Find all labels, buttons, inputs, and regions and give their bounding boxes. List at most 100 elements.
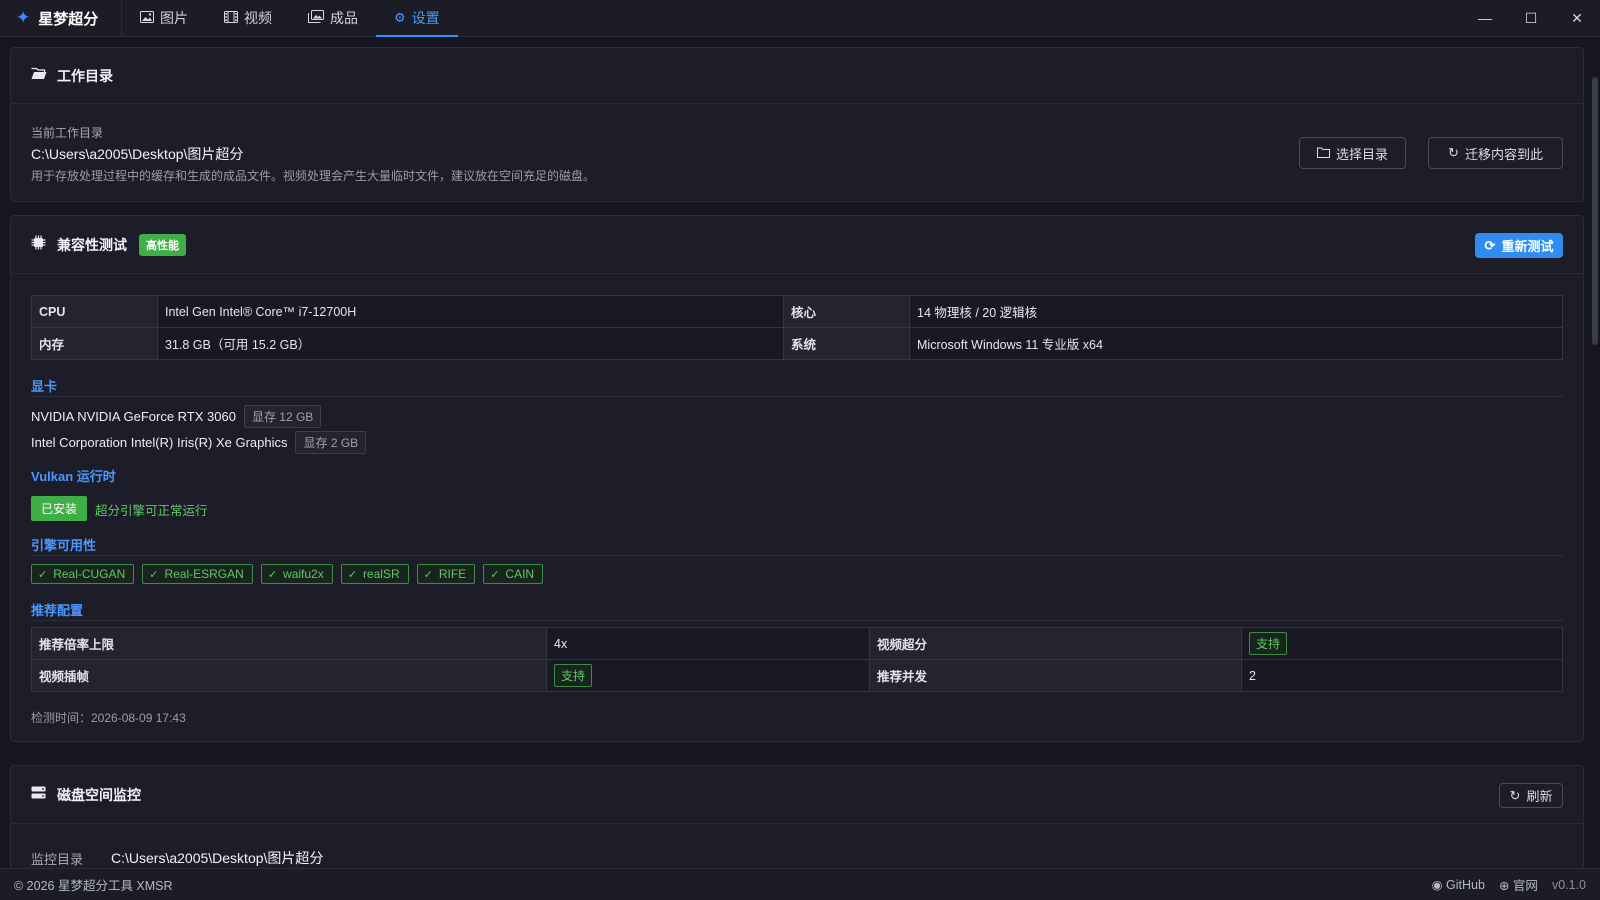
check-icon: ✓ <box>149 568 159 581</box>
table-key: CPU <box>31 295 158 328</box>
gpu-name: NVIDIA NVIDIA GeForce RTX 3060 <box>31 409 236 424</box>
tab-label: 视频 <box>244 10 272 26</box>
gpu-section-title: 显卡 <box>31 379 58 394</box>
scrollbar-thumb[interactable] <box>1592 77 1598 345</box>
film-icon <box>224 10 238 26</box>
app-title: 星梦超分 <box>38 10 99 28</box>
table-key: 推荐倍率上限 <box>31 627 547 660</box>
table-key: 核心 <box>783 295 910 328</box>
table-value: 14 物理核 / 20 逻辑核 <box>909 295 1563 328</box>
retest-button[interactable]: ⟳ 重新测试 <box>1475 233 1563 258</box>
table-value: 支持 <box>1241 627 1563 660</box>
table-key: 视频超分 <box>869 627 1242 660</box>
refresh-icon: ↻ <box>1509 787 1521 803</box>
card-header: 兼容性测试 高性能 <box>11 216 1583 274</box>
vram-tag: 显存 2 GB <box>295 431 367 454</box>
github-icon: ◉ <box>1431 878 1443 892</box>
vulkan-status-badge: 已安装 <box>31 496 88 521</box>
table-value: Microsoft Windows 11 专业版 x64 <box>909 327 1563 360</box>
workdir-description: 用于存放处理过程中的缓存和生成的成品文件。视频处理会产生大量临时文件，建议放在空… <box>31 169 596 183</box>
tab-image[interactable]: 图片 <box>122 0 206 36</box>
close-icon[interactable]: ✕ <box>1554 0 1600 36</box>
image-icon <box>140 10 154 26</box>
magic-wand-icon: ✦ <box>16 8 31 27</box>
table-value: 支持 <box>546 659 870 692</box>
table-row: CPU Intel Gen Intel® Core™ i7-12700H 核心 … <box>31 295 1563 328</box>
app-brand: ✦ 星梦超分 <box>0 0 122 36</box>
gpu-item: Intel Corporation Intel(R) Iris(R) Xe Gr… <box>31 431 367 454</box>
check-icon: ✓ <box>267 568 278 581</box>
disk-monitor-card: 磁盘空间监控 ↻ 刷新 监控目录 C:\Users\a2005\Desktop\… <box>10 765 1584 868</box>
window-controls: — ☐ ✕ <box>1462 0 1600 36</box>
gpu-item: NVIDIA NVIDIA GeForce RTX 3060 显存 12 GB <box>31 405 322 428</box>
performance-badge: 高性能 <box>139 233 186 256</box>
table-value: 4x <box>546 627 870 660</box>
table-value: 2 <box>1241 659 1563 692</box>
vulkan-section-title: Vulkan 运行时 <box>31 469 116 484</box>
divider <box>31 555 1563 556</box>
settings-content: 工作目录 当前工作目录 C:\Users\a2005\Desktop\图片超分 … <box>0 37 1600 868</box>
button-label: 刷新 <box>1526 789 1553 804</box>
version-label: v0.1.0 <box>1551 877 1586 892</box>
hard-drive-icon <box>31 786 49 803</box>
recommend-table: 推荐倍率上限 4x 视频超分 支持 视频插帧 支持 推荐并发 2 <box>31 627 1563 692</box>
refresh-icon: ↻ <box>1448 145 1459 160</box>
check-icon: ✓ <box>38 568 48 581</box>
card-title: 兼容性测试 <box>57 236 127 253</box>
engine-tag: ✓ Real-ESRGAN <box>142 564 253 584</box>
engine-tag: ✓ Real-CUGAN <box>31 564 135 584</box>
vulkan-note: 超分引擎可正常运行 <box>95 504 208 518</box>
github-link[interactable]: ◉ GitHub <box>1432 877 1485 892</box>
divider <box>31 620 1563 621</box>
table-key: 视频插帧 <box>31 659 547 692</box>
maximize-icon[interactable]: ☐ <box>1508 0 1554 36</box>
card-title: 工作目录 <box>57 67 113 84</box>
monitor-label: 监控目录 <box>31 852 84 867</box>
engine-tag: ✓ CAIN <box>483 564 544 584</box>
button-label: 迁移内容到此 <box>1464 146 1543 162</box>
button-label: 选择目录 <box>1335 146 1388 162</box>
detect-time: 检测时间：2026-08-09 17:43 <box>31 711 186 725</box>
tab-gallery[interactable]: 成品 <box>290 0 376 36</box>
gallery-icon <box>308 10 324 26</box>
footer-links: ◉ GitHub ⊕ 官网 v0.1.0 <box>1432 875 1586 894</box>
engine-list: ✓ Real-CUGAN ✓ Real-ESRGAN ✓ waifu2x ✓ realS… <box>31 564 544 584</box>
vram-tag: 显存 12 GB <box>243 405 322 428</box>
chip-icon <box>31 235 49 254</box>
gear-icon: ⚙ <box>394 10 406 25</box>
divider <box>31 396 1563 397</box>
refresh-icon: ⟳ <box>1484 237 1496 253</box>
workdir-path: C:\Users\a2005\Desktop\图片超分 <box>31 146 244 162</box>
copyright: © 2026 星梦超分工具 XMSR <box>14 879 173 893</box>
tab-video[interactable]: 视频 <box>206 0 290 36</box>
table-row: 视频插帧 支持 推荐并发 2 <box>31 659 1563 692</box>
workdir-card: 工作目录 当前工作目录 C:\Users\a2005\Desktop\图片超分 … <box>10 47 1584 202</box>
folder-open-icon <box>31 67 49 84</box>
gpu-name: Intel Corporation Intel(R) Iris(R) Xe Gr… <box>31 435 288 450</box>
table-value: Intel Gen Intel® Core™ i7-12700H <box>157 295 784 328</box>
website-link[interactable]: ⊕ 官网 <box>1499 875 1538 894</box>
tab-label: 成品 <box>330 10 358 26</box>
monitor-path: C:\Users\a2005\Desktop\图片超分 <box>111 850 324 866</box>
check-icon: ✓ <box>347 568 357 581</box>
tab-settings[interactable]: ⚙ 设置 <box>376 0 458 37</box>
migrate-content-button[interactable]: ↻ 迁移内容到此 <box>1428 137 1563 169</box>
engine-tag: ✓ RIFE <box>416 564 476 584</box>
engine-tag: ✓ waifu2x <box>260 564 333 584</box>
refresh-button[interactable]: ↻ 刷新 <box>1499 783 1563 808</box>
card-title: 磁盘空间监控 <box>57 786 141 803</box>
table-key: 系统 <box>783 327 910 360</box>
card-header: 磁盘空间监控 <box>11 766 1583 824</box>
folder-icon <box>1316 146 1330 161</box>
support-tag: 支持 <box>1249 632 1288 655</box>
choose-directory-button[interactable]: 选择目录 <box>1299 137 1406 169</box>
button-label: 重新测试 <box>1501 239 1554 254</box>
minimize-icon[interactable]: — <box>1462 0 1508 36</box>
footer: © 2026 星梦超分工具 XMSR ◉ GitHub ⊕ 官网 v0.1.0 <box>0 868 1600 900</box>
tab-label: 图片 <box>160 10 188 26</box>
compat-card: 兼容性测试 高性能 ⟳ 重新测试 CPU Intel Gen Intel® Co… <box>10 215 1584 742</box>
recommend-section-title: 推荐配置 <box>31 603 84 618</box>
globe-icon: ⊕ <box>1498 879 1510 893</box>
engines-section-title: 引擎可用性 <box>31 538 97 553</box>
table-value: 31.8 GB（可用 15.2 GB） <box>157 327 784 360</box>
